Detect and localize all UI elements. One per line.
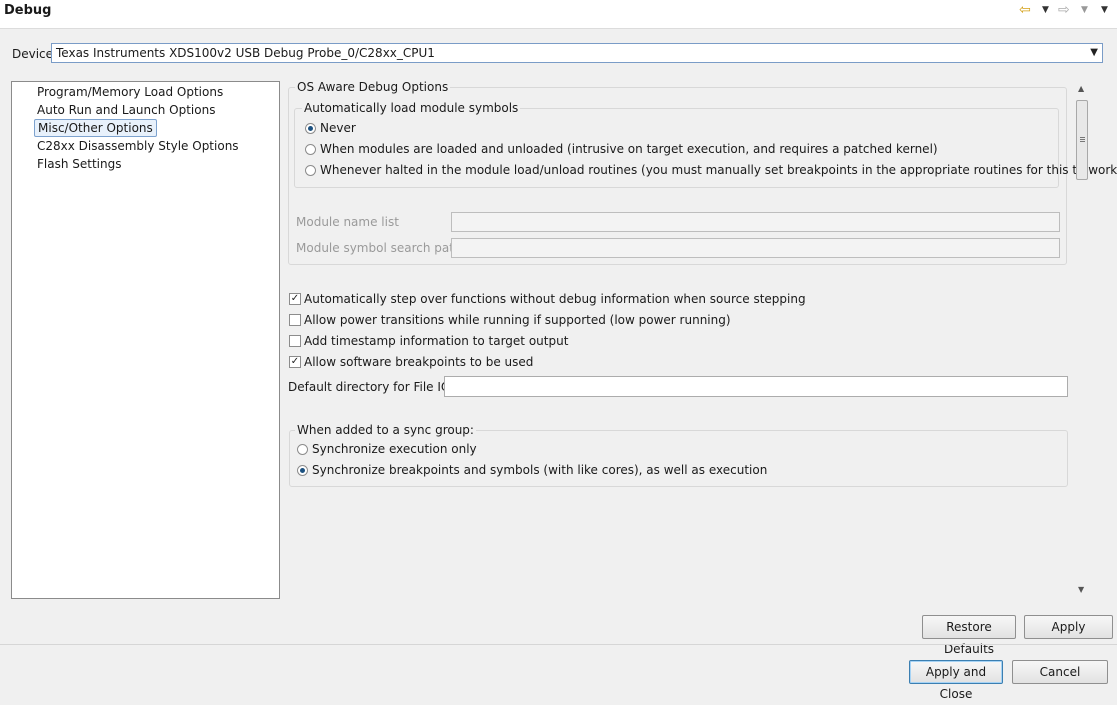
radio-never-label: Never — [320, 121, 356, 135]
back-history-dropdown-icon[interactable]: ▼ — [1042, 5, 1049, 15]
tree-item-misc-other[interactable]: Misc/Other Options — [34, 119, 157, 137]
radio-sync-breakpoints-symbols[interactable] — [297, 465, 308, 476]
preference-header: Debug ⇦ ▼ ⇨ ▼ ▼ — [0, 0, 1117, 29]
radio-sync-execution-only-label: Synchronize execution only — [312, 442, 477, 456]
checkbox-timestamp-label: Add timestamp information to target outp… — [304, 334, 569, 348]
module-name-list-field[interactable] — [451, 212, 1060, 232]
tree-item-flash-settings[interactable]: Flash Settings — [37, 156, 121, 172]
forward-history-dropdown-icon[interactable]: ▼ — [1081, 5, 1088, 15]
device-select[interactable]: Texas Instruments XDS100v2 USB Debug Pro… — [51, 43, 1103, 63]
page-title: Debug — [4, 3, 52, 18]
checkbox-auto-step-over[interactable]: ✓ — [289, 293, 301, 305]
checkbox-auto-step-over-label: Automatically step over functions withou… — [304, 292, 806, 306]
device-label: Device — [12, 47, 54, 61]
radio-sync-breakpoints-symbols-label: Synchronize breakpoints and symbols (wit… — [312, 463, 768, 477]
os-aware-title: OS Aware Debug Options — [295, 80, 451, 95]
checkbox-software-breakpoints[interactable]: ✓ — [289, 356, 301, 368]
checkbox-power-transitions[interactable] — [289, 314, 301, 326]
module-symbol-path-label: Module symbol search path — [296, 241, 462, 255]
radio-whenever-halted-label: Whenever halted in the module load/unloa… — [320, 163, 1117, 177]
tree-item-disassembly-style[interactable]: C28xx Disassembly Style Options — [37, 138, 239, 154]
scroll-down-icon[interactable]: ▼ — [1078, 585, 1084, 594]
file-io-directory-input[interactable] — [444, 376, 1068, 397]
scroll-up-icon[interactable]: ▲ — [1078, 84, 1084, 93]
apply-button[interactable]: Apply — [1024, 615, 1113, 639]
view-menu-chevron-icon[interactable]: ▼ — [1101, 5, 1108, 15]
apply-and-close-button[interactable]: Apply and Close — [909, 660, 1003, 701]
radio-sync-execution-only[interactable] — [297, 444, 308, 455]
radio-never[interactable] — [305, 123, 316, 134]
vertical-scrollbar[interactable]: ▲ ▼ — [1075, 82, 1090, 597]
forward-arrow-icon[interactable]: ⇨ — [1058, 2, 1070, 18]
tree-item-program-memory-load[interactable]: Program/Memory Load Options — [37, 84, 223, 100]
misc-options-panel: OS Aware Debug Options Automatically loa… — [284, 79, 1117, 599]
chevron-down-icon[interactable]: ▼ — [1090, 47, 1098, 58]
module-name-list-label: Module name list — [296, 215, 399, 229]
checkbox-software-breakpoints-label: Allow software breakpoints to be used — [304, 355, 534, 369]
tree-item-auto-run-launch[interactable]: Auto Run and Launch Options — [37, 102, 215, 118]
radio-when-loaded-unloaded[interactable] — [305, 144, 316, 155]
scrollbar-thumb[interactable] — [1076, 100, 1088, 180]
restore-defaults-button[interactable]: Restore Defaults — [922, 615, 1016, 656]
checkbox-power-transitions-label: Allow power transitions while running if… — [304, 313, 731, 327]
cancel-button[interactable]: Cancel — [1012, 660, 1108, 684]
radio-when-loaded-unloaded-label: When modules are loaded and unloaded (in… — [320, 142, 938, 156]
load-symbols-title: Automatically load module symbols — [302, 101, 521, 116]
sync-group-title: When added to a sync group: — [295, 423, 476, 438]
options-tree: Program/Memory Load Options Auto Run and… — [11, 81, 280, 599]
sync-group — [289, 430, 1068, 487]
back-arrow-icon[interactable]: ⇦ — [1019, 2, 1031, 18]
button-bar-divider — [0, 644, 1117, 645]
file-io-label: Default directory for File IO: — [288, 380, 455, 394]
device-select-value: Texas Instruments XDS100v2 USB Debug Pro… — [56, 46, 435, 60]
radio-whenever-halted[interactable] — [305, 165, 316, 176]
module-symbol-path-field[interactable] — [451, 238, 1060, 258]
checkbox-timestamp[interactable] — [289, 335, 301, 347]
